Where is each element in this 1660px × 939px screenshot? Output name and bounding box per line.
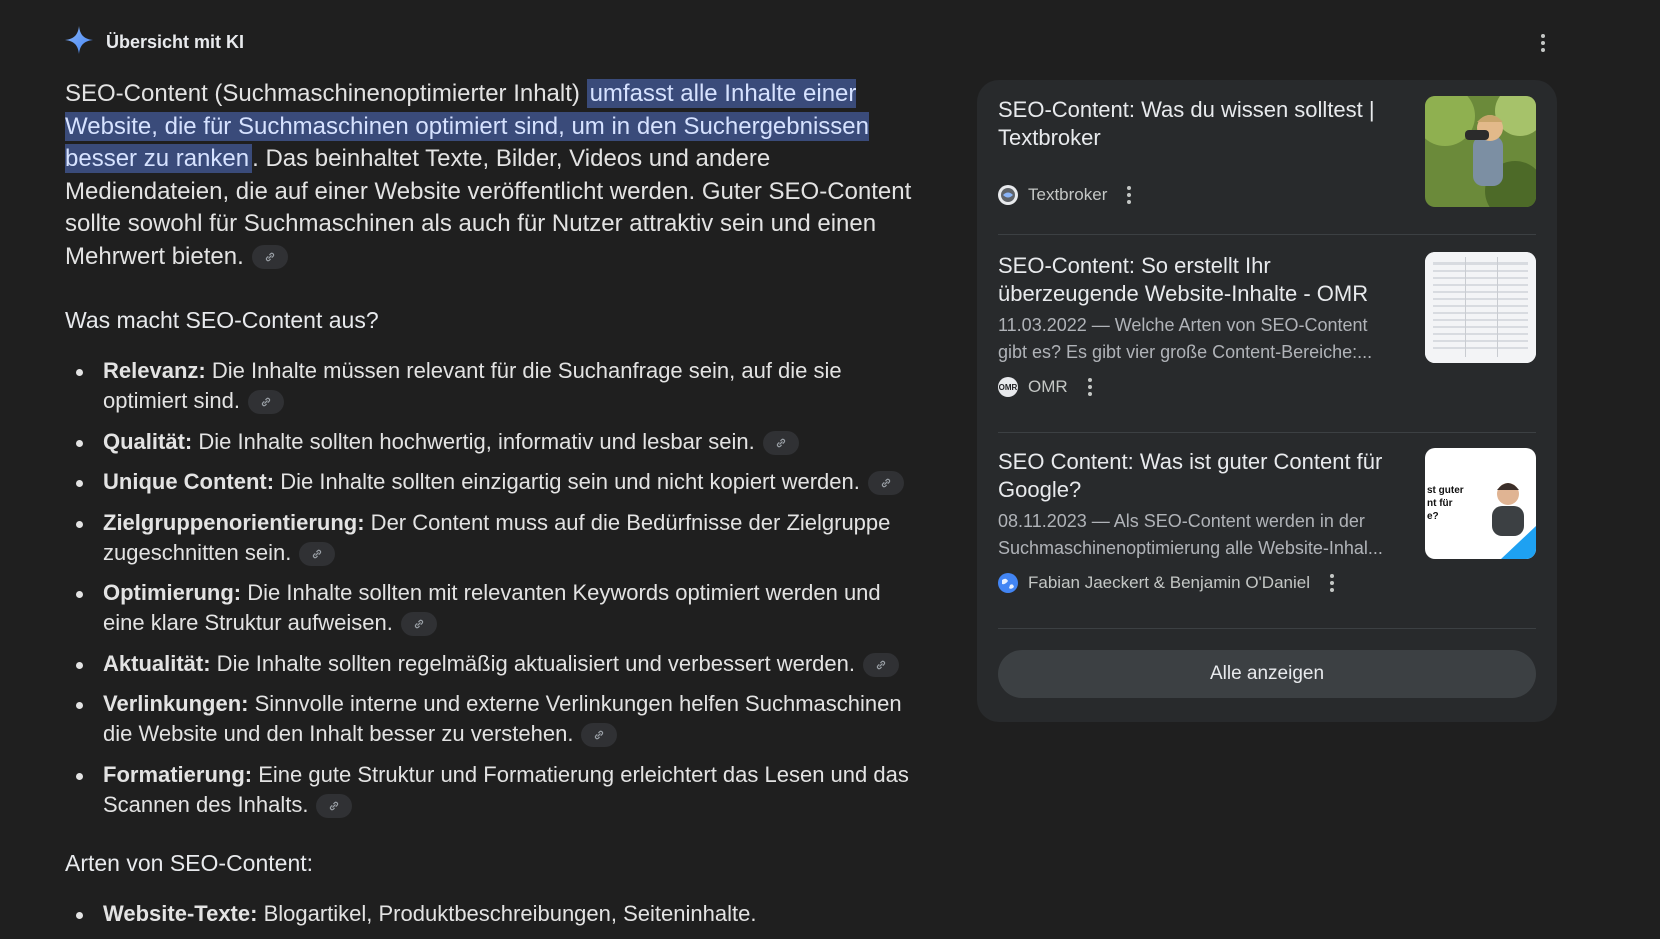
thumbnail-text: st guter [1427, 485, 1464, 496]
list-item: Relevanz: Die Inhalte müssen relevant fü… [65, 356, 925, 416]
list-item-term: Qualität: [103, 428, 193, 454]
citation-link-button[interactable] [762, 430, 799, 455]
citation-link-button[interactable] [299, 541, 336, 566]
source-card[interactable]: SEO-Content: So erstellt Ihr überzeugend… [998, 252, 1536, 400]
citation-link-button[interactable] [316, 793, 353, 818]
list-item-term: Unique Content: [103, 469, 275, 494]
link-icon [265, 252, 274, 262]
divider [998, 234, 1536, 235]
list-item: Aktualität: Die Inhalte sollten regelmäß… [65, 649, 925, 679]
list-item-term: Website-Texte: [103, 900, 258, 926]
list-item-term: Verlinkungen: [103, 691, 249, 716]
omr-logo-icon: OMR [998, 377, 1018, 397]
list-item-text: Blogartikel, Produktbeschreibungen, Seit… [257, 900, 757, 926]
more-vert-icon[interactable] [1087, 378, 1092, 396]
source-card-snippet: 08.11.2023 — Als SEO-Content werden in d… [998, 511, 1365, 531]
link-icon [776, 438, 785, 447]
ai-overview-content: SEO-Content (Suchmaschinenoptimierter In… [65, 78, 925, 939]
list-item-term: Optimierung: [103, 580, 242, 605]
show-all-button[interactable]: Alle anzeigen [998, 650, 1536, 698]
ai-overview-header: Übersicht mit KI [64, 25, 245, 60]
list-item: Zielgruppenorientierung: Der Content mus… [65, 508, 925, 568]
list-item: Unique Content: Die Inhalte sollten einz… [65, 467, 925, 497]
list-item-term: Relevanz: [103, 358, 206, 383]
link-icon [595, 730, 604, 740]
source-name: OMR [1028, 377, 1068, 396]
thumbnail-text: e? [1427, 511, 1439, 522]
list-item: Formatierung: Eine gute Struktur und For… [65, 760, 925, 820]
list-item: Verlinkungen: Sinnvolle interne und exte… [65, 689, 925, 749]
divider [998, 628, 1536, 629]
globe-icon [998, 573, 1018, 593]
citation-link-button[interactable] [400, 612, 437, 637]
citation-link-button[interactable] [581, 723, 618, 748]
link-icon [414, 619, 423, 629]
thumbnail-image[interactable] [1425, 252, 1536, 363]
types-list: Website-Texte: Blogartikel, Produktbesch… [65, 899, 925, 929]
list-item-text: Die Inhalte sollten regelmäßig aktualisi… [210, 650, 855, 676]
list-item-term: Formatierung: [103, 761, 253, 787]
link-icon [313, 549, 322, 558]
link-icon [261, 397, 271, 407]
more-vert-icon[interactable] [1330, 574, 1334, 592]
sources-panel: SEO-Content: Was du wissen solltest | Te… [977, 80, 1557, 722]
source-card-snippet: 11.03.2022 — Welche Arten von SEO-Conten… [998, 315, 1368, 335]
source-card-snippet: gibt es? Es gibt vier große Content-Bere… [998, 342, 1373, 362]
globe-icon [998, 185, 1018, 205]
divider [998, 432, 1536, 433]
feature-list: Relevanz: Die Inhalte müssen relevant fü… [65, 356, 925, 820]
source-name: Textbroker [1028, 185, 1108, 204]
source-card-title[interactable]: SEO Content: Was ist guter Content für G… [998, 448, 1398, 504]
citation-link-button[interactable] [863, 652, 899, 677]
thumbnail-image[interactable]: st guter nt für e? [1425, 448, 1536, 559]
list-item-term: Zielgruppenorientierung: [103, 509, 365, 535]
intro-paragraph: SEO-Content (Suchmaschinenoptimierter In… [65, 78, 925, 273]
citation-link-button[interactable] [867, 471, 904, 496]
source-card-title[interactable]: SEO-Content: So erstellt Ihr überzeugend… [998, 252, 1398, 308]
link-icon [330, 801, 339, 810]
more-vert-icon[interactable] [1530, 30, 1556, 56]
citation-link-button[interactable] [251, 245, 288, 270]
section-heading: Was macht SEO-Content aus? [65, 307, 379, 333]
citation-link-button[interactable] [247, 390, 284, 415]
source-card-title[interactable]: SEO-Content: Was du wissen solltest | Te… [998, 96, 1398, 152]
source-card[interactable]: SEO-Content: Was du wissen solltest | Te… [998, 96, 1536, 208]
intro-text-pre: SEO-Content (Suchmaschinenoptimierter In… [65, 80, 587, 107]
link-icon [881, 478, 891, 488]
list-item-term: Aktualität: [103, 650, 211, 676]
link-icon [876, 660, 886, 669]
section-heading: Arten von SEO-Content: [65, 849, 314, 876]
source-name: Fabian Jaeckert & Benjamin O'Daniel [1028, 573, 1310, 592]
ai-overview-title: Übersicht mit KI [106, 31, 245, 52]
thumbnail-text: nt für [1427, 498, 1453, 509]
list-item: Qualität: Die Inhalte sollten hochwertig… [65, 427, 925, 457]
list-item-text: Die Inhalte sollten hochwertig, informat… [192, 428, 755, 454]
more-vert-icon[interactable] [1127, 186, 1132, 204]
source-card[interactable]: SEO Content: Was ist guter Content für G… [998, 448, 1536, 596]
list-item-text: Die Inhalte müssen relevant für die Such… [103, 358, 842, 413]
list-item: Website-Texte: Blogartikel, Produktbesch… [65, 899, 925, 929]
list-item-text: Die Inhalte sollten einzigartig sein und… [274, 469, 860, 494]
thumbnail-image[interactable] [1425, 96, 1536, 207]
sparkle-icon [64, 25, 94, 60]
source-card-snippet: Suchmaschinenoptimierung alle Website-In… [998, 538, 1383, 558]
list-item: Optimierung: Die Inhalte sollten mit rel… [65, 578, 925, 638]
